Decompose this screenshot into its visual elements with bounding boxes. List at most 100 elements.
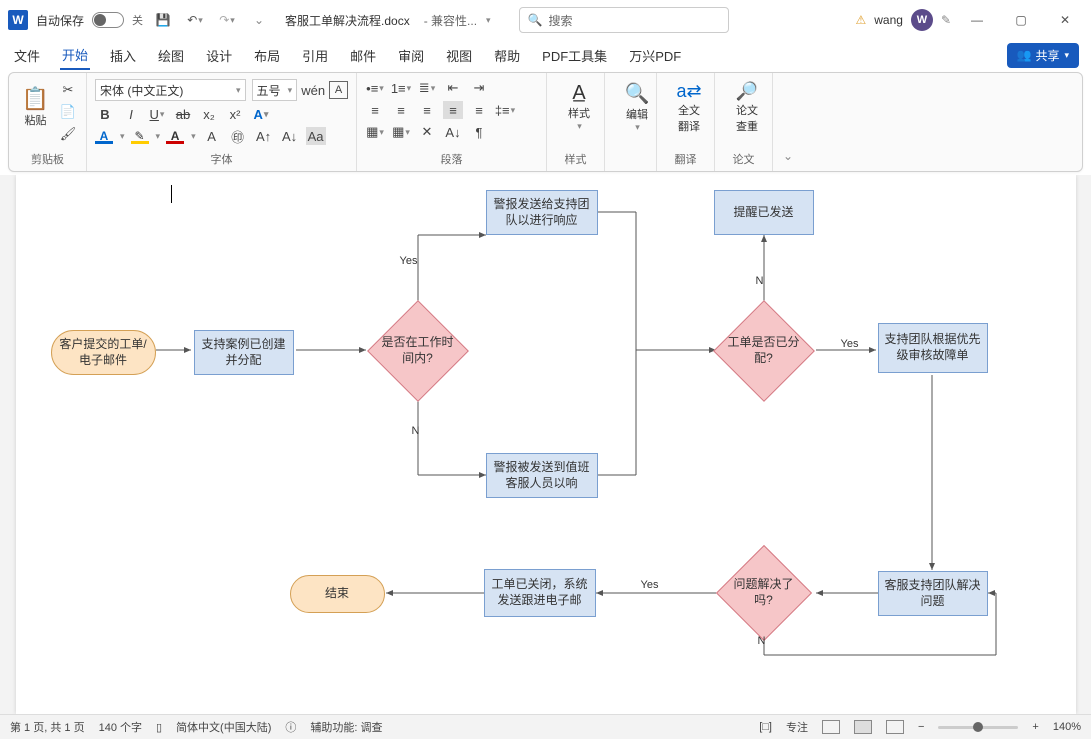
justify-icon[interactable]: ≡ bbox=[443, 101, 463, 119]
flow-alert-oncall[interactable]: 警报被发送到值班客服人员以响 bbox=[486, 453, 598, 498]
page[interactable]: 客户提交的工单/电子邮件 支持案例已创建并分配 是否在工作时间内? Yes N … bbox=[16, 175, 1076, 714]
copy-icon[interactable]: 📄 bbox=[58, 103, 78, 121]
flow-team-solve[interactable]: 客服支持团队解决问题 bbox=[878, 571, 988, 616]
undo-icon[interactable]: ↶▾ bbox=[183, 8, 207, 32]
zoom-slider[interactable] bbox=[938, 726, 1018, 729]
superscript-icon[interactable]: x² bbox=[225, 105, 245, 123]
status-wordcount[interactable]: 140 个字 bbox=[99, 719, 142, 735]
minimize-button[interactable]: — bbox=[959, 6, 995, 34]
character-shading-icon[interactable]: A bbox=[202, 127, 222, 145]
format-painter-icon[interactable]: 🖌 bbox=[58, 125, 78, 143]
flow-decision-solved[interactable]: 问题解决了吗? bbox=[730, 559, 798, 627]
tab-insert[interactable]: 插入 bbox=[108, 42, 138, 69]
edge-yes-1: Yes bbox=[400, 255, 418, 267]
cut-icon[interactable]: ✂ bbox=[58, 81, 78, 99]
bullets-icon[interactable]: •≡▾ bbox=[365, 79, 385, 97]
save-icon[interactable]: 💾 bbox=[151, 8, 175, 32]
flow-start[interactable]: 客户提交的工单/电子邮件 bbox=[51, 330, 156, 375]
grow-font-icon[interactable]: A↑ bbox=[254, 127, 274, 145]
font-name-combo[interactable]: 宋体 (中文正文)▾ bbox=[95, 79, 246, 101]
asian-layout-icon[interactable]: ✕ bbox=[417, 123, 437, 141]
tab-wanxing[interactable]: 万兴PDF bbox=[627, 42, 683, 69]
ribbon: 📋粘贴 ✂ 📄 🖌 剪贴板 宋体 (中文正文)▾ 五号▾ wén A B I U… bbox=[8, 72, 1083, 172]
increase-indent-icon[interactable]: ⇥ bbox=[469, 79, 489, 97]
font-color-icon[interactable]: A bbox=[95, 129, 113, 144]
user-avatar[interactable]: W bbox=[911, 9, 933, 31]
font-color2-icon[interactable]: A bbox=[166, 129, 184, 144]
flow-case-created[interactable]: 支持案例已创建并分配 bbox=[194, 330, 294, 375]
shading-icon[interactable]: ▦▾ bbox=[365, 123, 385, 141]
text-effects-icon[interactable]: A▾ bbox=[251, 105, 271, 123]
status-language[interactable]: 简体中文(中国大陆) bbox=[176, 719, 271, 735]
flow-alert-team[interactable]: 警报发送给支持团队以进行响应 bbox=[486, 190, 598, 235]
tab-help[interactable]: 帮助 bbox=[492, 42, 522, 69]
decrease-indent-icon[interactable]: ⇤ bbox=[443, 79, 463, 97]
paste-button[interactable]: 📋粘贴 bbox=[17, 77, 54, 137]
ribbon-collapse-icon[interactable]: ⌄ bbox=[773, 73, 803, 171]
sort-icon[interactable]: A↓ bbox=[443, 123, 463, 141]
show-marks-icon[interactable]: ¶ bbox=[469, 123, 489, 141]
font-size-combo[interactable]: 五号▾ bbox=[252, 79, 298, 101]
qat-customize-icon[interactable]: ⌄ bbox=[247, 8, 271, 32]
flow-team-review[interactable]: 支持团队根据优先级审核故障单 bbox=[878, 323, 988, 373]
warning-icon[interactable]: ⚠ bbox=[855, 13, 866, 27]
flow-decision-workhours[interactable]: 是否在工作时间内? bbox=[382, 315, 454, 387]
multilevel-list-icon[interactable]: ≣▾ bbox=[417, 79, 437, 97]
line-spacing-icon[interactable]: ‡≡▾ bbox=[495, 101, 515, 119]
zoom-in-button[interactable]: + bbox=[1032, 721, 1038, 733]
translate-button[interactable]: a⇄全文 翻译 bbox=[665, 77, 713, 137]
search-input[interactable]: 🔍 搜索 bbox=[519, 7, 729, 33]
flow-decision-solved-text: 问题解决了吗? bbox=[730, 559, 798, 627]
tab-references[interactable]: 引用 bbox=[300, 42, 330, 69]
tab-view[interactable]: 视图 bbox=[444, 42, 474, 69]
flow-ticket-closed[interactable]: 工单已关闭，系统发送跟进电子邮 bbox=[484, 569, 596, 617]
subscript-icon[interactable]: x₂ bbox=[199, 105, 219, 123]
zoom-out-button[interactable]: − bbox=[918, 721, 924, 733]
align-right-icon[interactable]: ≡ bbox=[417, 101, 437, 119]
styles-button[interactable]: A̲样式▾ bbox=[555, 77, 603, 137]
status-focus[interactable]: 专注 bbox=[786, 719, 808, 735]
enclose-characters-icon[interactable]: ㊞ bbox=[228, 127, 248, 145]
status-accessibility[interactable]: 辅助功能: 调查 bbox=[310, 719, 382, 735]
tab-review[interactable]: 审阅 bbox=[396, 42, 426, 69]
maximize-button[interactable]: ▢ bbox=[1003, 6, 1039, 34]
editing-button[interactable]: 🔍编辑▾ bbox=[613, 77, 661, 137]
highlight-icon[interactable]: ✎ bbox=[131, 129, 149, 144]
flow-decision-assigned[interactable]: 工单是否已分配? bbox=[728, 315, 800, 387]
align-left-icon[interactable]: ≡ bbox=[365, 101, 385, 119]
align-center-icon[interactable]: ≡ bbox=[391, 101, 411, 119]
print-layout-icon[interactable] bbox=[854, 720, 872, 734]
read-mode-icon[interactable] bbox=[822, 720, 840, 734]
share-button[interactable]: 👥共享▾ bbox=[1007, 43, 1080, 68]
numbering-icon[interactable]: 1≡▾ bbox=[391, 79, 411, 97]
autosave-toggle[interactable] bbox=[92, 12, 124, 28]
shrink-font-icon[interactable]: A↓ bbox=[280, 127, 300, 145]
focus-mode-icon[interactable]: [□] bbox=[759, 721, 772, 733]
tab-design[interactable]: 设计 bbox=[204, 42, 234, 69]
flow-end[interactable]: 结束 bbox=[290, 575, 385, 613]
borders-icon[interactable]: ▦▾ bbox=[391, 123, 411, 141]
flow-reminder-sent[interactable]: 提醒已发送 bbox=[714, 190, 814, 235]
strikethrough-icon[interactable]: ab bbox=[173, 105, 193, 123]
distribute-icon[interactable]: ≡ bbox=[469, 101, 489, 119]
tab-home[interactable]: 开始 bbox=[60, 41, 90, 70]
tab-layout[interactable]: 布局 bbox=[252, 42, 282, 69]
redo-icon[interactable]: ↷▾ bbox=[215, 8, 239, 32]
tab-file[interactable]: 文件 bbox=[12, 42, 42, 69]
close-button[interactable]: ✕ bbox=[1047, 6, 1083, 34]
italic-icon[interactable]: I bbox=[121, 105, 141, 123]
tab-draw[interactable]: 绘图 bbox=[156, 42, 186, 69]
character-border-icon[interactable]: A bbox=[329, 81, 348, 99]
thesis-check-button[interactable]: 🔎论文 查重 bbox=[723, 77, 771, 137]
zoom-level[interactable]: 140% bbox=[1053, 721, 1081, 733]
phonetic-guide-icon[interactable]: wén bbox=[303, 81, 323, 99]
bold-icon[interactable]: B bbox=[95, 105, 115, 123]
web-layout-icon[interactable] bbox=[886, 720, 904, 734]
tab-mail[interactable]: 邮件 bbox=[348, 42, 378, 69]
tab-pdfkit[interactable]: PDF工具集 bbox=[540, 42, 609, 69]
change-case-icon[interactable]: Aa bbox=[306, 127, 326, 145]
status-page[interactable]: 第 1 页, 共 1 页 bbox=[10, 719, 85, 735]
pen-icon[interactable]: ✎ bbox=[941, 13, 951, 27]
underline-icon[interactable]: U▾ bbox=[147, 105, 167, 123]
title-dropdown-icon[interactable]: ▾ bbox=[486, 15, 491, 26]
